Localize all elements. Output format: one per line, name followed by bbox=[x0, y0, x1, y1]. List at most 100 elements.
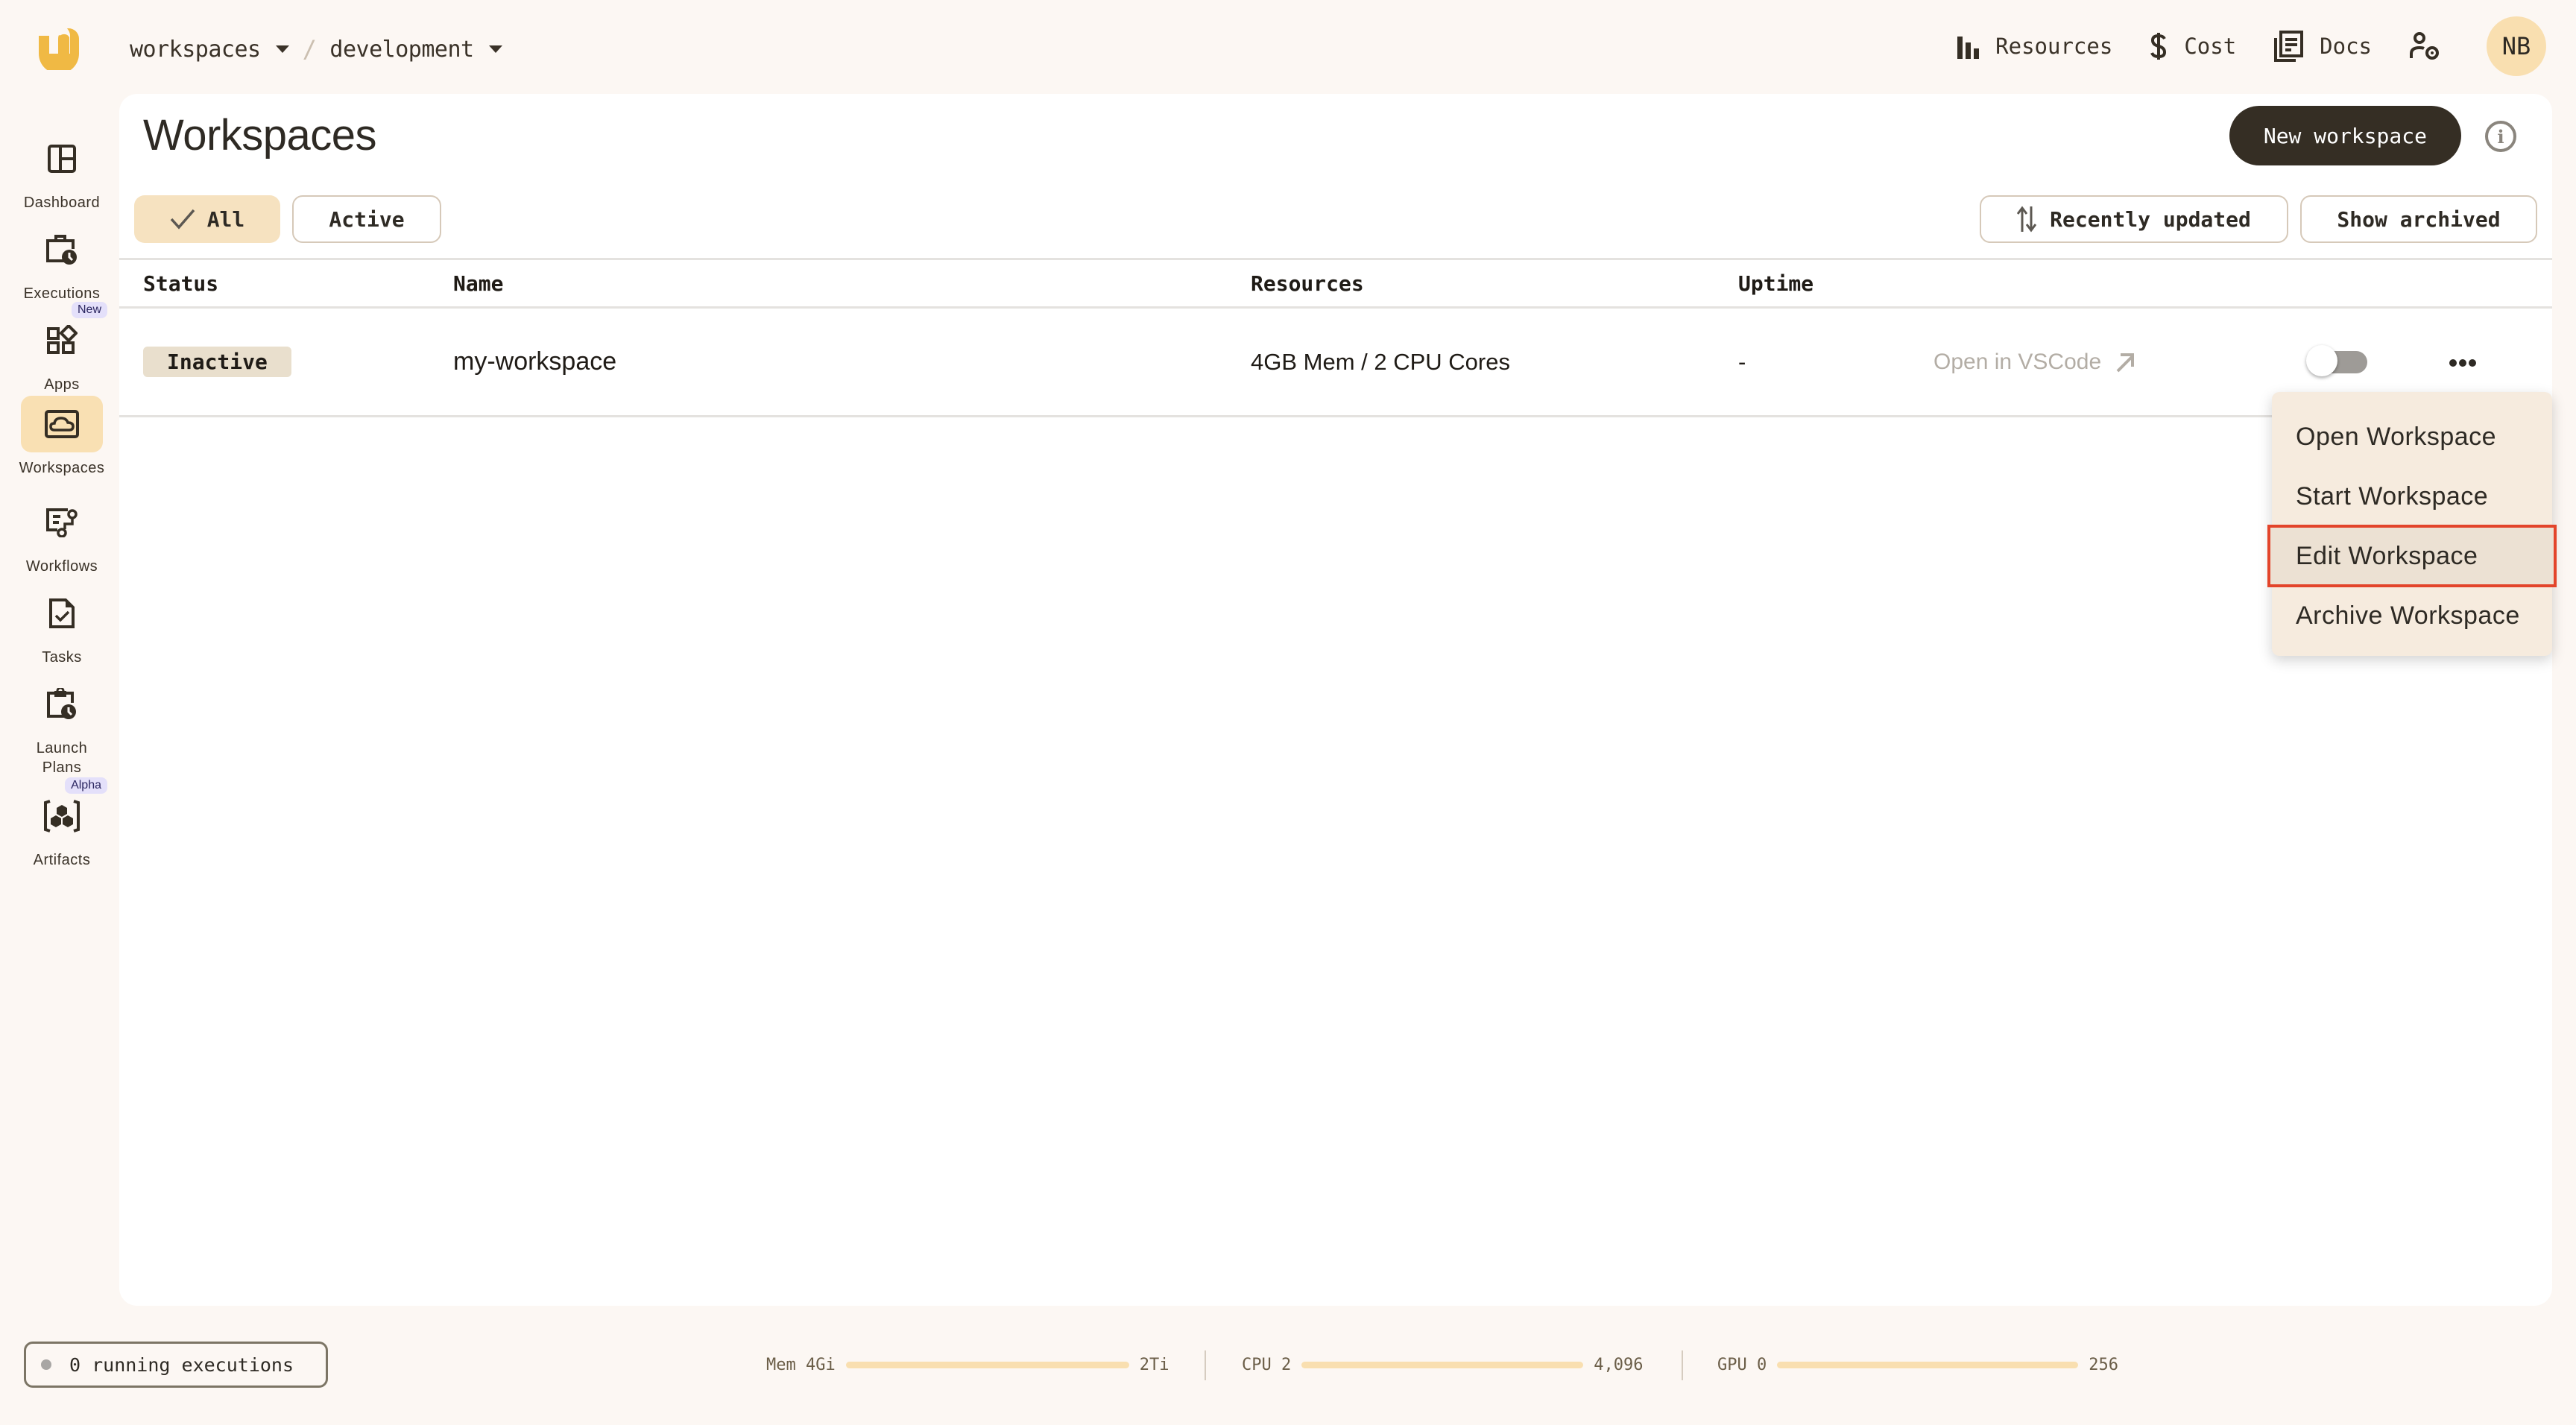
table-row[interactable]: Inactive my-workspace 4GB Mem / 2 CPU Co… bbox=[119, 309, 2552, 417]
running-executions-label: 0 running executions bbox=[69, 1353, 294, 1376]
open-vscode-cell: Open in VSCode bbox=[1933, 309, 2135, 415]
avatar[interactable]: NB bbox=[2487, 16, 2546, 76]
usage-max: 2Ti bbox=[1139, 1355, 1169, 1374]
filter-label: Active bbox=[329, 206, 405, 232]
usage-bar-cpu bbox=[1301, 1361, 1584, 1368]
user-settings-button[interactable] bbox=[2409, 31, 2457, 61]
column-header-status[interactable]: Status bbox=[143, 260, 218, 306]
tasks-icon bbox=[49, 598, 75, 628]
sidebar-item-executions[interactable]: Executions bbox=[0, 221, 124, 303]
breadcrumb-label: development bbox=[329, 36, 474, 63]
caret-down-icon bbox=[275, 45, 289, 53]
show-archived-label: Show archived bbox=[2337, 206, 2501, 232]
filter-all[interactable]: All bbox=[134, 195, 280, 243]
workspaces-icon bbox=[45, 410, 79, 438]
sort-button[interactable]: Recently updated bbox=[1980, 195, 2288, 243]
usage-bar-mem bbox=[845, 1361, 1129, 1368]
sidebar-label: Apps bbox=[44, 376, 80, 393]
status-badge: Inactive bbox=[143, 347, 291, 377]
usage-bar-gpu bbox=[1777, 1361, 2079, 1368]
logo-icon bbox=[39, 25, 79, 74]
caret-down-icon bbox=[488, 45, 502, 53]
dot bbox=[2449, 359, 2457, 367]
nav-label: Docs bbox=[2320, 34, 2372, 59]
sidebar-label: Artifacts bbox=[33, 852, 91, 868]
status-cell: Inactive bbox=[143, 309, 291, 415]
divider bbox=[1205, 1350, 1206, 1380]
alpha-badge: Alpha bbox=[65, 777, 107, 794]
user-settings-icon bbox=[2410, 32, 2439, 60]
more-options-button[interactable] bbox=[2440, 352, 2485, 374]
page-title: Workspaces bbox=[143, 111, 377, 159]
sidebar-label: Workspaces bbox=[19, 460, 105, 476]
sidebar-item-launch-plans[interactable]: Launch Plans bbox=[0, 676, 124, 777]
sidebar-item-dashboard[interactable]: Dashboard bbox=[0, 130, 124, 212]
sort-icon bbox=[2017, 206, 2037, 233]
main-panel: Workspaces New workspace i All Active Re… bbox=[119, 94, 2552, 1306]
external-link-icon bbox=[2116, 353, 2135, 372]
sidebar-label: Launch Plans bbox=[36, 740, 88, 776]
new-workspace-button[interactable]: New workspace bbox=[2229, 106, 2461, 165]
sidebar-item-workspaces[interactable]: Workspaces bbox=[0, 396, 124, 478]
sidebar-label: Dashboard bbox=[23, 195, 101, 211]
launch-plans-icon bbox=[47, 688, 76, 719]
filter-active[interactable]: Active bbox=[292, 195, 441, 243]
breadcrumb-workspaces[interactable]: workspaces bbox=[130, 37, 289, 63]
column-header-name[interactable]: Name bbox=[453, 260, 503, 306]
breadcrumb-separator: / bbox=[302, 35, 317, 63]
apps-icon bbox=[47, 325, 78, 354]
sidebar-label: Workflows bbox=[25, 558, 98, 575]
sidebar-item-artifacts[interactable]: Alpha Artifacts bbox=[0, 777, 124, 870]
running-executions-button[interactable]: 0 running executions bbox=[24, 1342, 328, 1388]
usage-label: GPU 0 bbox=[1717, 1355, 1767, 1374]
nav-resources[interactable]: Resources bbox=[1957, 34, 2112, 59]
breadcrumb-label: workspaces bbox=[130, 36, 261, 63]
column-header-uptime[interactable]: Uptime bbox=[1738, 260, 1813, 306]
sidebar-item-tasks[interactable]: Tasks bbox=[0, 585, 124, 667]
filter-label: All bbox=[206, 206, 245, 232]
dashboard-icon bbox=[48, 145, 76, 173]
info-icon[interactable]: i bbox=[2485, 121, 2516, 152]
workspace-toggle[interactable] bbox=[2306, 345, 2367, 376]
dollar-icon bbox=[2150, 33, 2167, 60]
bar-chart-icon bbox=[1957, 37, 1980, 59]
table-header: Status Name Resources Uptime bbox=[119, 258, 2552, 309]
sidebar-label: Executions bbox=[23, 285, 101, 302]
usage-max: 4,096 bbox=[1594, 1355, 1644, 1374]
usage-label: CPU 2 bbox=[1242, 1355, 1292, 1374]
resources-cell: 4GB Mem / 2 CPU Cores bbox=[1251, 348, 1510, 375]
sidebar-item-workflows[interactable]: Workflows bbox=[0, 494, 124, 576]
status-dot bbox=[41, 1359, 51, 1370]
nav-docs[interactable]: Docs bbox=[2273, 31, 2372, 62]
menu-item-edit-workspace[interactable]: Edit Workspace bbox=[2267, 525, 2557, 587]
menu-item-archive-workspace[interactable]: Archive Workspace bbox=[2272, 586, 2552, 645]
link-label: Open in VSCode bbox=[1933, 349, 2102, 374]
top-nav: Resources Cost Docs NB bbox=[1919, 16, 2546, 76]
usage-cpu: CPU 2 4,096 bbox=[1242, 1347, 1643, 1382]
workspace-name[interactable]: my-workspace bbox=[453, 309, 616, 415]
show-archived-button[interactable]: Show archived bbox=[2300, 195, 2537, 243]
check-icon bbox=[170, 209, 195, 230]
workflows-icon bbox=[46, 508, 78, 537]
nav-label: Resources bbox=[1995, 34, 2113, 59]
open-in-vscode-link[interactable]: Open in VSCode bbox=[1933, 350, 2135, 375]
sort-label: Recently updated bbox=[2050, 206, 2251, 232]
column-header-resources[interactable]: Resources bbox=[1251, 260, 1364, 306]
divider bbox=[1682, 1350, 1683, 1380]
breadcrumb: workspaces / development bbox=[130, 28, 502, 70]
breadcrumb-development[interactable]: development bbox=[329, 37, 502, 63]
nav-cost[interactable]: Cost bbox=[2150, 31, 2236, 61]
app-logo[interactable] bbox=[34, 21, 83, 74]
dot bbox=[2459, 359, 2466, 367]
usage-max: 256 bbox=[2089, 1355, 2118, 1374]
artifacts-icon bbox=[44, 800, 80, 832]
menu-item-start-workspace[interactable]: Start Workspace bbox=[2272, 467, 2552, 526]
usage-gpu: GPU 0 256 bbox=[1717, 1347, 2118, 1382]
executions-icon bbox=[46, 235, 77, 265]
nav-label: Cost bbox=[2184, 34, 2237, 59]
toggle-knob bbox=[2306, 345, 2337, 376]
sidebar-item-apps[interactable]: New Apps bbox=[0, 302, 124, 394]
row-actions-menu: Open Workspace Start Workspace Edit Work… bbox=[2267, 392, 2557, 656]
menu-item-open-workspace[interactable]: Open Workspace bbox=[2272, 407, 2552, 467]
avatar-initials: NB bbox=[2501, 32, 2531, 60]
